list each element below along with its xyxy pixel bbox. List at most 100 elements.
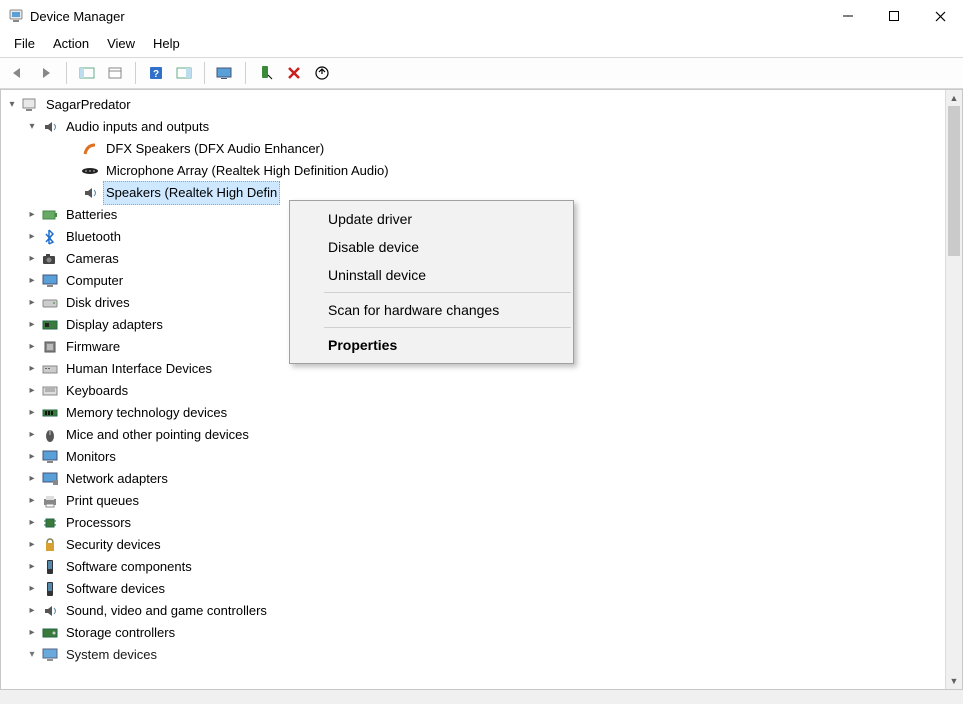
- tree-device-microphone[interactable]: ▸ Microphone Array (Realtek High Definit…: [5, 160, 962, 182]
- properties-button[interactable]: [103, 61, 127, 85]
- scrollbar-thumb[interactable]: [948, 106, 960, 256]
- expand-icon[interactable]: ▸: [25, 490, 39, 512]
- tree-category-label: Storage controllers: [63, 621, 178, 645]
- display-adapter-icon: [41, 316, 59, 334]
- tree-category-audio[interactable]: ▾ Audio inputs and outputs: [5, 116, 962, 138]
- tree-category-label: Network adapters: [63, 467, 171, 491]
- tree-category[interactable]: ▸ Software devices: [5, 578, 962, 600]
- dfx-icon: [81, 140, 99, 158]
- tree-device-dfx[interactable]: ▸ DFX Speakers (DFX Audio Enhancer): [5, 138, 962, 160]
- tree-category[interactable]: ▸ Storage controllers: [5, 622, 962, 644]
- expand-icon[interactable]: ▸: [25, 336, 39, 358]
- vertical-scrollbar[interactable]: ▲ ▼: [945, 90, 962, 689]
- menu-help[interactable]: Help: [145, 34, 188, 53]
- security-icon: [41, 536, 59, 554]
- expand-icon[interactable]: ▸: [25, 380, 39, 402]
- scroll-down-icon[interactable]: ▼: [946, 673, 962, 689]
- expand-icon[interactable]: ▸: [25, 468, 39, 490]
- tree-category-label: Monitors: [63, 445, 119, 469]
- tree-category-label: Human Interface Devices: [63, 357, 215, 381]
- tree-category[interactable]: ▸ Software components: [5, 556, 962, 578]
- action-list-button[interactable]: [172, 61, 196, 85]
- show-hide-console-button[interactable]: [75, 61, 99, 85]
- context-scan-hardware[interactable]: Scan for hardware changes: [290, 296, 573, 324]
- scroll-up-icon[interactable]: ▲: [946, 90, 962, 106]
- context-properties[interactable]: Properties: [290, 331, 573, 359]
- expand-icon[interactable]: ▸: [25, 226, 39, 248]
- tree-category[interactable]: ▸ Keyboards: [5, 380, 962, 402]
- collapse-icon[interactable]: ▾: [25, 116, 39, 138]
- add-legacy-hardware-button[interactable]: [254, 61, 278, 85]
- menu-action[interactable]: Action: [45, 34, 97, 53]
- expand-icon[interactable]: ▸: [25, 578, 39, 600]
- tree-category-label: Cameras: [63, 247, 122, 271]
- tree-category-label: Computer: [63, 269, 126, 293]
- hid-icon: [41, 360, 59, 378]
- device-manager-icon: [8, 8, 24, 24]
- uninstall-button[interactable]: [282, 61, 306, 85]
- expand-icon[interactable]: ▸: [25, 534, 39, 556]
- tree-category-label: Security devices: [63, 533, 164, 557]
- tree-category-label: Keyboards: [63, 379, 131, 403]
- tree-category[interactable]: ▸ Mice and other pointing devices: [5, 424, 962, 446]
- context-update-driver[interactable]: Update driver: [290, 205, 573, 233]
- tree-category[interactable]: ▸ Sound, video and game controllers: [5, 600, 962, 622]
- help-button[interactable]: ?: [144, 61, 168, 85]
- minimize-button[interactable]: [825, 0, 871, 32]
- tree-category-label: Print queues: [63, 489, 142, 513]
- expand-icon[interactable]: ▸: [25, 512, 39, 534]
- tree-category[interactable]: ▸ Security devices: [5, 534, 962, 556]
- context-menu: Update driver Disable device Uninstall d…: [289, 200, 574, 364]
- system-device-icon: [41, 646, 59, 664]
- software-component-icon: [41, 558, 59, 576]
- expand-icon[interactable]: ▸: [25, 292, 39, 314]
- microphone-icon: [81, 162, 99, 180]
- tree-category-label: Batteries: [63, 203, 120, 227]
- expand-icon[interactable]: ▸: [25, 556, 39, 578]
- monitor-icon: [41, 448, 59, 466]
- back-button[interactable]: [6, 61, 30, 85]
- expand-icon[interactable]: ▸: [25, 204, 39, 226]
- printer-icon: [41, 492, 59, 510]
- context-menu-separator: [324, 327, 571, 328]
- tree-category-label: Software components: [63, 555, 195, 579]
- expand-icon[interactable]: ▸: [25, 402, 39, 424]
- toolbar-divider: [66, 62, 67, 84]
- tree-category-label: Memory technology devices: [63, 401, 230, 425]
- camera-icon: [41, 250, 59, 268]
- expand-icon[interactable]: ▸: [25, 314, 39, 336]
- expand-icon[interactable]: ▸: [25, 270, 39, 292]
- context-disable-device[interactable]: Disable device: [290, 233, 573, 261]
- tree-category[interactable]: ▾ System devices: [5, 644, 962, 666]
- memory-icon: [41, 404, 59, 422]
- expand-icon[interactable]: ▸: [25, 600, 39, 622]
- menu-file[interactable]: File: [6, 34, 43, 53]
- expand-icon[interactable]: ▸: [25, 358, 39, 380]
- tree-root[interactable]: ▾ SagarPredator: [5, 94, 962, 116]
- expand-icon[interactable]: ▸: [25, 622, 39, 644]
- tree-category-label: Disk drives: [63, 291, 133, 315]
- expand-icon[interactable]: ▸: [25, 424, 39, 446]
- firmware-icon: [41, 338, 59, 356]
- tree-category-label: System devices: [63, 643, 160, 667]
- menu-view[interactable]: View: [99, 34, 143, 53]
- toolbar-divider: [245, 62, 246, 84]
- scan-hardware-button[interactable]: [213, 61, 237, 85]
- maximize-button[interactable]: [871, 0, 917, 32]
- update-driver-button[interactable]: [310, 61, 334, 85]
- expand-icon[interactable]: ▾: [25, 644, 39, 666]
- network-icon: [41, 470, 59, 488]
- expand-icon[interactable]: ▸: [25, 446, 39, 468]
- forward-button[interactable]: [34, 61, 58, 85]
- tree-category[interactable]: ▸ Processors: [5, 512, 962, 534]
- device-tree[interactable]: ▾ SagarPredator ▾ Audio inputs and outpu…: [0, 90, 963, 690]
- tree-category[interactable]: ▸ Monitors: [5, 446, 962, 468]
- tree-root-label: SagarPredator: [43, 93, 134, 117]
- tree-category[interactable]: ▸ Memory technology devices: [5, 402, 962, 424]
- tree-category[interactable]: ▸ Print queues: [5, 490, 962, 512]
- collapse-icon[interactable]: ▾: [5, 94, 19, 116]
- expand-icon[interactable]: ▸: [25, 248, 39, 270]
- close-button[interactable]: [917, 0, 963, 32]
- tree-category[interactable]: ▸ Network adapters: [5, 468, 962, 490]
- context-uninstall-device[interactable]: Uninstall device: [290, 261, 573, 289]
